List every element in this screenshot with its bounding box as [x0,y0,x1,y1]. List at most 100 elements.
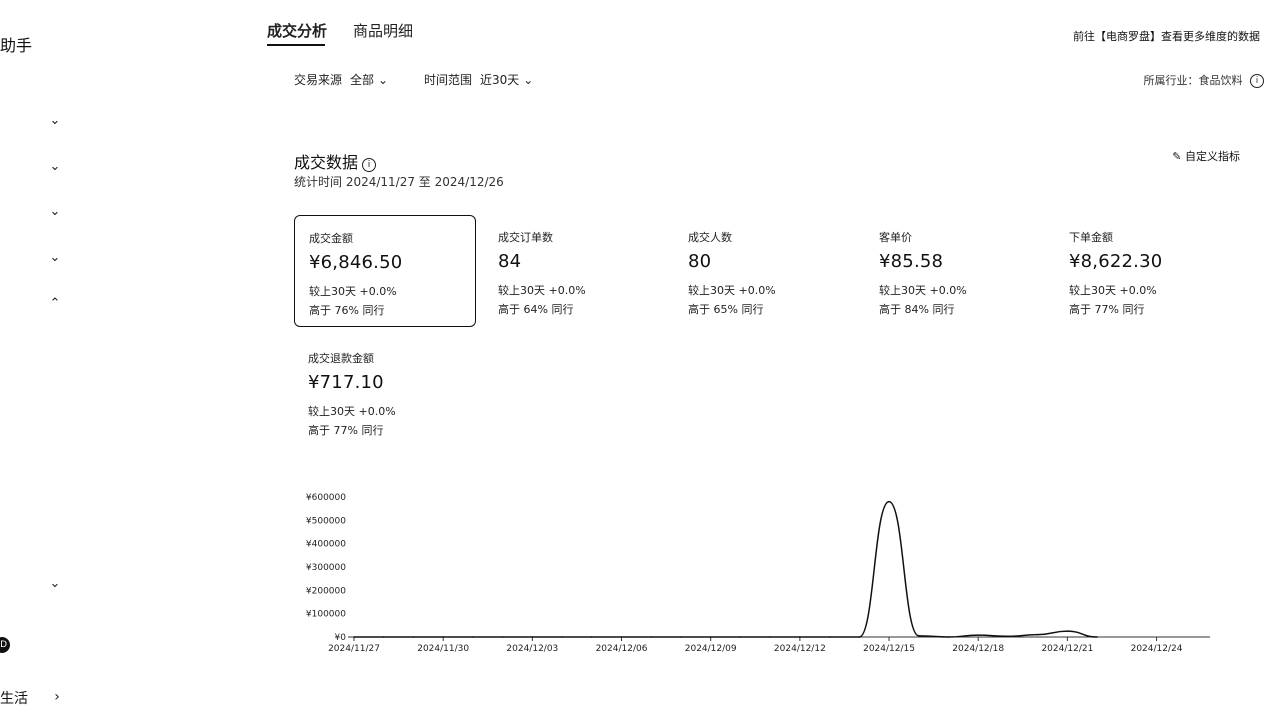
metric-value: 80 [688,251,712,272]
edit-icon: ✎ [1172,150,1182,163]
chevron-down-icon[interactable]: ⌄ [48,160,62,174]
info-icon[interactable]: i [1250,74,1264,88]
data-point [501,636,504,638]
metric-card-refund[interactable]: 成交退款金额 ¥717.10 较上30天 +0.0% 高于 77% 同行 [294,336,476,448]
metric-peer: 高于 84% 同行 [879,303,955,316]
metric-name: 成交订单数 [498,231,553,244]
industry-label: 所属行业：食品饮料 i [1143,72,1264,88]
metric-name: 成交人数 [688,231,732,244]
metric-card-orders[interactable]: 成交订单数 84 较上30天 +0.0% 高于 64% 同行 [484,215,666,327]
data-point [888,500,890,503]
data-point [1036,633,1039,636]
chevron-down-icon[interactable]: ⌄ [48,114,62,128]
source-filter-value: 全部 [350,73,375,87]
tab-product-detail[interactable]: 商品明细 [353,20,413,41]
y-tick-label: ¥300000 [306,563,346,573]
y-tick-label: ¥600000 [306,493,346,503]
metric-compare: 较上30天 +0.0% [308,405,396,418]
data-point [1096,636,1098,638]
x-tick-label: 2024/12/09 [685,644,737,654]
data-point [353,636,355,638]
industry-text: 所属行业：食品饮料 [1143,74,1243,87]
metric-peer: 高于 77% 同行 [308,424,384,437]
chevron-down-icon: ⌄ [523,73,534,87]
data-point [1066,630,1069,632]
y-tick-label: ¥200000 [306,586,346,596]
range-filter-label: 时间范围 [424,73,473,87]
metric-name: 客单价 [879,231,912,244]
data-point [947,636,950,638]
metric-compare: 较上30天 +0.0% [1069,284,1157,297]
x-tick-label: 2024/11/30 [417,644,469,654]
data-point [442,636,444,638]
series-line [353,500,1098,638]
metric-value: ¥8,622.30 [1069,251,1163,272]
y-tick-label: ¥400000 [306,540,346,550]
chevron-down-icon[interactable]: ⌄ [48,205,62,219]
data-point [531,636,534,638]
chevron-down-icon[interactable]: ⌄ [48,577,62,591]
section-title-text: 成交数据 [294,153,359,172]
stat-time: 统计时间 2024/11/27 至 2024/12/26 [294,175,504,189]
sidebar-badge-icon: D [0,637,10,653]
data-point [977,634,980,636]
custom-metrics-button[interactable]: ✎ 自定义指标 [1172,148,1240,164]
metric-compare: 较上30天 +0.0% [879,284,967,297]
metric-value: 84 [498,251,522,272]
data-point [650,636,653,638]
data-point [709,636,712,638]
metric-compare: 较上30天 +0.0% [688,284,776,297]
x-tick-label: 2024/12/21 [1041,644,1093,654]
x-tick-label: 2024/12/12 [774,644,826,654]
metric-value: ¥6,846.50 [309,252,403,273]
metric-name: 成交退款金额 [308,352,374,365]
data-point [739,636,742,638]
metric-value: ¥717.10 [308,372,384,393]
metric-value: ¥85.58 [879,251,944,272]
chevron-up-icon[interactable]: ⌃ [48,297,62,311]
metric-card-buyers[interactable]: 成交人数 80 较上30天 +0.0% 高于 65% 同行 [674,215,856,327]
data-point [412,636,415,638]
x-tick-label: 2024/12/24 [1131,644,1183,654]
source-filter[interactable]: 交易来源 全部 ⌄ [294,71,388,88]
metric-peer: 高于 64% 同行 [498,303,574,316]
y-tick-label: ¥500000 [306,516,346,526]
range-filter-value: 近30天 [480,73,520,87]
sidebar-item-life[interactable]: 生活 [0,688,28,708]
metric-peer: 高于 65% 同行 [688,303,764,316]
chevron-down-icon: ⌄ [378,73,389,87]
info-icon[interactable]: i [362,158,377,172]
chevron-right-icon[interactable]: › [50,690,64,704]
x-tick-label: 2024/12/06 [596,644,648,654]
data-point [799,636,801,638]
x-tick-label: 2024/12/15 [863,644,915,654]
metric-card-avg-price[interactable]: 客单价 ¥85.58 较上30天 +0.0% 高于 84% 同行 [865,215,1047,327]
data-point [1007,635,1009,638]
active-tab-indicator [267,44,325,46]
data-point [769,636,771,638]
y-tick-label: ¥100000 [306,610,346,620]
data-point [858,636,861,638]
x-tick-label: 2024/12/18 [952,644,1004,654]
tab-deal-analysis[interactable]: 成交分析 [267,20,327,41]
custom-metrics-label: 自定义指标 [1185,150,1240,163]
metric-name: 成交金额 [309,232,353,245]
metric-card-order-amount[interactable]: 下单金额 ¥8,622.30 较上30天 +0.0% 高于 77% 同行 [1055,215,1237,327]
chevron-down-icon[interactable]: ⌄ [48,251,62,265]
line-chart[interactable]: ¥0 ¥100000 ¥200000 ¥300000 ¥400000 ¥500000 ¥60… [300,490,1220,660]
data-point [590,636,593,638]
source-filter-label: 交易来源 [294,73,343,87]
metric-peer: 高于 77% 同行 [1069,303,1145,316]
sidebar-title: 助手 [0,36,33,55]
data-point [620,636,623,638]
data-point [382,636,385,638]
data-point [680,636,682,638]
metric-card-gmv[interactable]: 成交金额 ¥6,846.50 较上30天 +0.0% 高于 76% 同行 [294,215,476,327]
y-tick-label: ¥0 [335,633,347,643]
x-tick-label: 2024/11/27 [328,644,380,654]
range-filter[interactable]: 时间范围 近30天 ⌄ [424,71,533,88]
metric-name: 下单金额 [1069,231,1113,244]
compass-link[interactable]: 前往【电商罗盘】查看更多维度的数据 [1073,28,1260,44]
metric-compare: 较上30天 +0.0% [498,284,586,297]
section-title: 成交数据 i [294,149,377,173]
